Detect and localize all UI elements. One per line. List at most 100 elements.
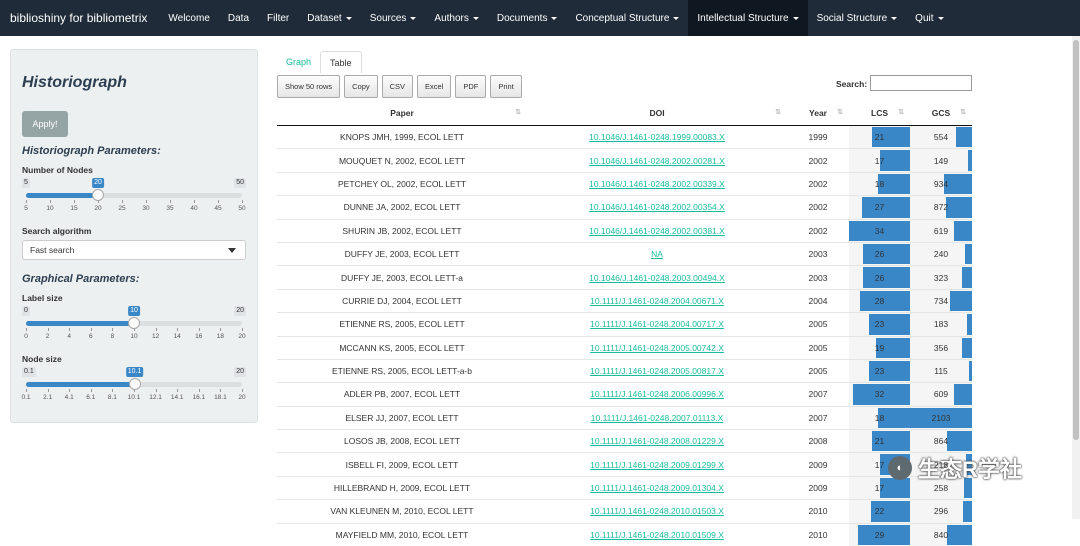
column-header-label: LCS [871,108,888,118]
gcs-value: 840 [934,530,948,540]
doi-link[interactable]: 10.1046/J.1461-0248.2003.00494.X [527,266,787,289]
table-row: DUNNE JA, 2002, ECOL LETT10.1046/J.1461-… [277,196,972,219]
paper-cell: KNOPS JMH, 1999, ECOL LETT [277,126,527,149]
lcs-cell: 23 [849,313,910,336]
slider-tick-label: 14 [174,333,181,340]
lcs-cell: 21 [849,126,910,149]
gcs-bar [962,338,972,358]
slider-tick-label: 10.1 [128,394,141,401]
doi-link[interactable]: 10.1046/J.1461-0248.1999.00083.X [527,126,787,149]
doi-link[interactable]: 10.1111/J.1461-0248.2008.01229.X [527,430,787,453]
nav-label: Quit [915,13,933,24]
paper-cell: ETIENNE RS, 2005, ECOL LETT-a-b [277,359,527,382]
column-header-doi[interactable]: DOI⇅ [527,101,787,126]
search-algorithm-value: Fast search [30,245,74,255]
nav-dataset[interactable]: Dataset [298,0,360,36]
gcs-value: 115 [934,366,948,376]
nav-documents[interactable]: Documents [488,0,567,36]
lcs-value: 19 [875,343,884,353]
slider-tick-label: 20 [238,394,245,401]
paper-cell: VAN KLEUNEN M, 2010, ECOL LETT [277,500,527,523]
slider-tick [112,389,113,392]
paper-cell: ISBELL FI, 2009, ECOL LETT [277,453,527,476]
year-cell: 2002 [787,219,849,242]
slider-tick [220,328,221,331]
doi-link[interactable]: 10.1111/J.1461-0248.2006.00996.X [527,383,787,406]
doi-link[interactable]: 10.1111/J.1461-0248.2010.01509.X [527,523,787,546]
column-header-year[interactable]: Year⇅ [787,101,849,126]
gcs-cell: 149 [910,149,972,172]
nav-data[interactable]: Data [219,0,258,36]
year-cell: 2002 [787,149,849,172]
slider-min-label: 0 [22,306,30,316]
app-brand[interactable]: biblioshiny for bibliometrix [0,11,159,25]
tab-table[interactable]: Table [320,51,362,73]
nav-welcome[interactable]: Welcome [159,0,219,36]
gcs-value: 296 [934,506,948,516]
table-row: ETIENNE RS, 2005, ECOL LETT10.1111/J.146… [277,313,972,336]
slider-fill [26,321,134,326]
doi-link[interactable]: 10.1111/J.1461-0248.2005.00742.X [527,336,787,359]
label-size-slider[interactable]: 0201002468101214161820 [22,306,246,346]
gcs-value: 934 [934,179,948,189]
lcs-value: 22 [875,506,884,516]
nav-sources[interactable]: Sources [361,0,426,36]
paper-cell: MOUQUET N, 2002, ECOL LETT [277,149,527,172]
nav-filter[interactable]: Filter [258,0,298,36]
nav-quit[interactable]: Quit [906,0,952,36]
doi-link[interactable]: 10.1111/J.1461-0248.2010.01503.X [527,500,787,523]
nav-social-structure[interactable]: Social Structure [808,0,907,36]
gcs-value: 183 [934,319,948,329]
doi-link[interactable]: 10.1111/J.1461-0248.2004.00671.X [527,289,787,312]
nav-label: Social Structure [817,13,888,24]
doi-link[interactable]: 10.1111/J.1461-0248.2009.01299.X [527,453,787,476]
nav-authors[interactable]: Authors [425,0,487,36]
export-buttons: Show 50 rowsCopyCSVExcelPDFPrint [277,75,522,98]
doi-link[interactable]: 10.1111/J.1461-0248.2009.01304.X [527,476,787,499]
node-size-slider[interactable]: 0.12010.10.12.14.16.18.110.112.114.116.1… [22,367,246,407]
slider-tick [91,328,92,331]
doi-link[interactable]: 10.1046/J.1461-0248.2002.00339.X [527,172,787,195]
table-row: HILLEBRAND H, 2009, ECOL LETT10.1111/J.1… [277,476,972,499]
csv-button[interactable]: CSV [382,75,413,98]
column-header-gcs[interactable]: GCS⇅ [910,101,972,126]
slider-tick-label: 18.1 [214,394,227,401]
lcs-value: 17 [875,156,884,166]
doi-link[interactable]: 10.1046/J.1461-0248.2002.00381.X [527,219,787,242]
column-header-lcs[interactable]: LCS⇅ [849,101,910,126]
lcs-cell: 19 [849,336,910,359]
doi-link[interactable]: 10.1111/J.1461-0248.2004.00717.X [527,313,787,336]
search-algorithm-select[interactable]: Fast search [22,240,246,260]
paper-cell: MCCANN KS, 2005, ECOL LETT [277,336,527,359]
show-50-rows-button[interactable]: Show 50 rows [277,75,340,98]
tab-graph[interactable]: Graph [277,51,320,73]
doi-link[interactable]: NA [527,242,787,265]
slider-tick-label: 10 [46,205,53,212]
nav-label: Welcome [168,13,210,24]
copy-button[interactable]: Copy [344,75,378,98]
doi-link[interactable]: 10.1111/J.1461-0248.2005.00817.X [527,359,787,382]
print-button[interactable]: Print [490,75,521,98]
paper-cell: DUNNE JA, 2002, ECOL LETT [277,196,527,219]
gcs-value: 554 [934,132,948,142]
nav-label: Sources [370,13,407,24]
view-tabs: GraphTable [277,51,362,73]
page-scrollbar-thumb[interactable] [1073,40,1079,440]
doi-link[interactable]: 10.1111/J.1461-0248.2007.01113.X [527,406,787,429]
doi-link[interactable]: 10.1046/J.1461-0248.2002.00281.X [527,149,787,172]
doi-link[interactable]: 10.1046/J.1461-0248.2002.00354.X [527,196,787,219]
slider-tick-label: 50 [238,205,245,212]
pdf-button[interactable]: PDF [455,75,486,98]
excel-button[interactable]: Excel [417,75,451,98]
column-header-paper[interactable]: Paper⇅ [277,101,527,126]
sort-icon: ⇅ [837,108,843,116]
gcs-value: 149 [934,156,948,166]
nav-intellectual-structure[interactable]: Intellectual Structure [688,0,807,36]
lcs-cell: 27 [849,196,910,219]
nav-conceptual-structure[interactable]: Conceptual Structure [566,0,688,36]
nodes-slider[interactable]: 550205101520253035404550 [22,178,246,218]
table-search-input[interactable] [870,75,972,91]
apply-button[interactable]: Apply! [22,111,68,137]
slider-min-label: 5 [22,178,30,188]
slider-tick-labels: 02468101214161820 [26,333,242,343]
